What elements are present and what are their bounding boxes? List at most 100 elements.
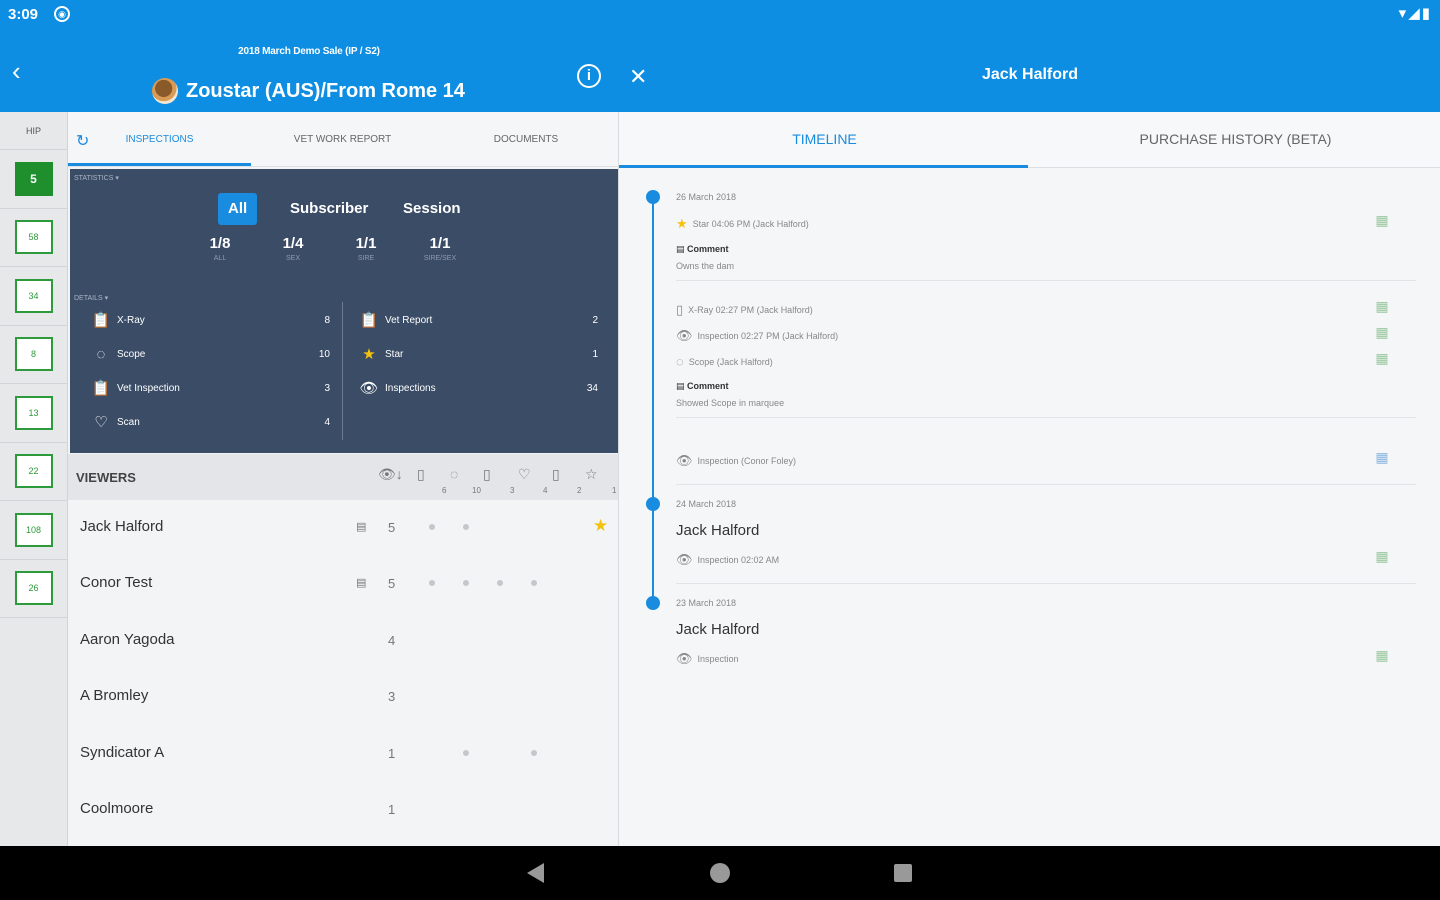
eye-sort-icon[interactable]: 👁↓ bbox=[378, 466, 403, 483]
star-outline-icon[interactable]: ☆ bbox=[585, 466, 598, 483]
timeline-entry-inspection: 👁 Inspection (Conor Foley) bbox=[676, 453, 796, 469]
entry-text: Inspection 02:27 PM (Jack Halford) bbox=[697, 331, 839, 341]
tab-inspections[interactable]: INSPECTIONS bbox=[68, 112, 251, 167]
star-icon: ★ bbox=[362, 346, 376, 363]
detail-label: Star bbox=[385, 348, 404, 360]
detail-label: Inspections bbox=[385, 382, 436, 394]
segment-subscriber[interactable]: Subscriber bbox=[280, 193, 378, 225]
hip-item[interactable]: 22 bbox=[0, 443, 67, 501]
viewer-row[interactable]: Conor Test ▤ 5 bbox=[68, 556, 618, 612]
scope-icon: ◌ bbox=[96, 345, 106, 363]
viewer-name: Aaron Yagoda bbox=[80, 630, 175, 648]
eye-icon: 👁 bbox=[676, 552, 693, 567]
hip-item[interactable]: 108 bbox=[0, 501, 67, 560]
nav-home-icon[interactable] bbox=[710, 863, 730, 883]
viewer-name: Coolmoore bbox=[80, 800, 154, 817]
qr-code-icon[interactable]: ▦ bbox=[1371, 350, 1393, 368]
hip-number: 8 bbox=[14, 337, 53, 372]
stat-sire-sex: 1/1 SIRE/SEX bbox=[410, 235, 470, 262]
segment-all[interactable]: All bbox=[218, 193, 258, 225]
hip-item[interactable]: 8 bbox=[0, 326, 67, 384]
detail-label: Vet Inspection bbox=[117, 382, 180, 394]
qr-code-icon[interactable]: ▦ bbox=[1371, 548, 1393, 566]
hip-item[interactable]: 34 bbox=[0, 267, 67, 326]
left-tabs: ↻ INSPECTIONS VET WORK REPORT DOCUMENTS bbox=[68, 112, 618, 167]
viewer-row[interactable]: Syndicator A 1 bbox=[68, 726, 618, 782]
header-count: 4 bbox=[543, 486, 548, 495]
detail-count: 1 bbox=[592, 348, 598, 360]
nav-back-icon[interactable] bbox=[527, 863, 544, 883]
comment-icon: ▤ bbox=[676, 381, 688, 391]
clipboard-icon: 📋 bbox=[91, 312, 111, 329]
qr-code-icon[interactable]: ▦ bbox=[1371, 212, 1393, 230]
stat-value: 1/4 bbox=[282, 235, 304, 252]
activity-dot bbox=[531, 580, 537, 587]
entry-separator bbox=[676, 417, 1416, 418]
vet-report-icon[interactable]: ▯ bbox=[552, 466, 560, 483]
entry-separator bbox=[676, 484, 1416, 485]
detail-label: Vet Report bbox=[385, 314, 433, 326]
timeline-entry-xray: ▯ X-Ray 02:27 PM (Jack Halford) bbox=[676, 302, 813, 318]
hip-number: 108 bbox=[14, 512, 53, 547]
qr-code-icon[interactable]: ▦ bbox=[1371, 298, 1393, 316]
timeline-date: 26 March 2018 bbox=[676, 192, 737, 202]
timeline-entry-star: ★ Star 04:06 PM (Jack Halford) bbox=[676, 216, 809, 232]
info-icon[interactable]: i bbox=[577, 64, 601, 88]
qr-code-add-icon[interactable]: ▦ bbox=[1371, 449, 1393, 467]
tab-timeline[interactable]: TIMELINE bbox=[619, 112, 1030, 168]
hip-item[interactable]: 58 bbox=[0, 209, 67, 267]
hip-number: 34 bbox=[14, 278, 53, 313]
timeline-panel: TIMELINE PURCHASE HISTORY (BETA) 26 Marc… bbox=[618, 112, 1440, 846]
hip-list: HIP 5 58 34 8 13 22 108 26 bbox=[0, 112, 68, 846]
eye-icon: 👁 bbox=[676, 651, 693, 666]
hip-item[interactable]: 13 bbox=[0, 384, 67, 443]
viewer-row[interactable]: Jack Halford ▤ 5 ★ bbox=[68, 500, 618, 556]
hip-item[interactable]: 5 bbox=[0, 150, 67, 209]
scope-icon[interactable]: ◌ bbox=[450, 466, 458, 482]
header-count: 2 bbox=[577, 486, 582, 495]
qr-code-icon[interactable]: ▦ bbox=[1371, 324, 1393, 342]
stat-sex: 1/4 SEX bbox=[263, 235, 323, 262]
stat-caption: SIRE bbox=[357, 255, 375, 262]
viewer-count: 5 bbox=[388, 520, 396, 535]
comment-title: Comment bbox=[687, 244, 729, 254]
comment-title: Comment bbox=[687, 381, 729, 391]
app-bar: ‹ 2018 March Demo Sale (IP / S2) Zoustar… bbox=[0, 28, 1440, 112]
tab-underline bbox=[619, 165, 1028, 168]
tab-documents[interactable]: DOCUMENTS bbox=[434, 112, 618, 167]
tab-purchase-history[interactable]: PURCHASE HISTORY (BETA) bbox=[1030, 112, 1440, 168]
clipboard-check-icon[interactable]: ▯ bbox=[483, 466, 491, 483]
segment-session[interactable]: Session bbox=[393, 193, 471, 225]
qr-code-icon[interactable]: ▦ bbox=[1371, 647, 1393, 665]
entry-separator bbox=[676, 583, 1416, 584]
eye-icon: 👁 bbox=[359, 380, 379, 397]
activity-dot bbox=[463, 749, 469, 756]
header-count: 6 bbox=[442, 486, 447, 495]
viewer-row[interactable]: A Bromley 3 bbox=[68, 669, 618, 725]
status-time: 3:09 bbox=[8, 6, 39, 23]
clipboard-icon[interactable]: ▯ bbox=[417, 466, 425, 483]
entry-text: Inspection 02:02 AM bbox=[697, 555, 780, 565]
heart-icon[interactable]: ♡ bbox=[518, 466, 531, 483]
hip-item[interactable]: 26 bbox=[0, 560, 67, 618]
right-tabs: TIMELINE PURCHASE HISTORY (BETA) bbox=[619, 112, 1440, 168]
statistics-label[interactable]: STATISTICS ▾ bbox=[74, 174, 119, 182]
back-arrow-icon[interactable]: ‹ bbox=[12, 58, 21, 84]
timeline-line bbox=[652, 197, 654, 607]
hip-number: 5 bbox=[14, 161, 53, 196]
horse-title: Zoustar (AUS)/From Rome 14 bbox=[186, 80, 465, 102]
viewer-name: A Bromley bbox=[80, 687, 149, 705]
detail-count: 2 bbox=[592, 314, 598, 326]
nav-recents-icon[interactable] bbox=[894, 864, 912, 882]
viewer-row[interactable]: Coolmoore 1 bbox=[68, 782, 618, 838]
tab-vet-work-report[interactable]: VET WORK REPORT bbox=[251, 112, 434, 167]
vet-report-icon: 📋 bbox=[359, 312, 379, 329]
timeline-entry-inspection: 👁 Inspection 02:02 AM bbox=[676, 552, 779, 568]
details-label[interactable]: DETAILS ▾ bbox=[74, 294, 108, 302]
activity-dot bbox=[429, 524, 435, 530]
detail-xray: 📋 X-Ray 8 bbox=[90, 308, 330, 332]
detail-inspections: 👁 Inspections 34 bbox=[358, 376, 598, 400]
viewer-row[interactable]: Aaron Yagoda 4 bbox=[68, 613, 618, 669]
activity-dot bbox=[463, 524, 469, 530]
comment-icon: ▤ bbox=[356, 577, 367, 590]
